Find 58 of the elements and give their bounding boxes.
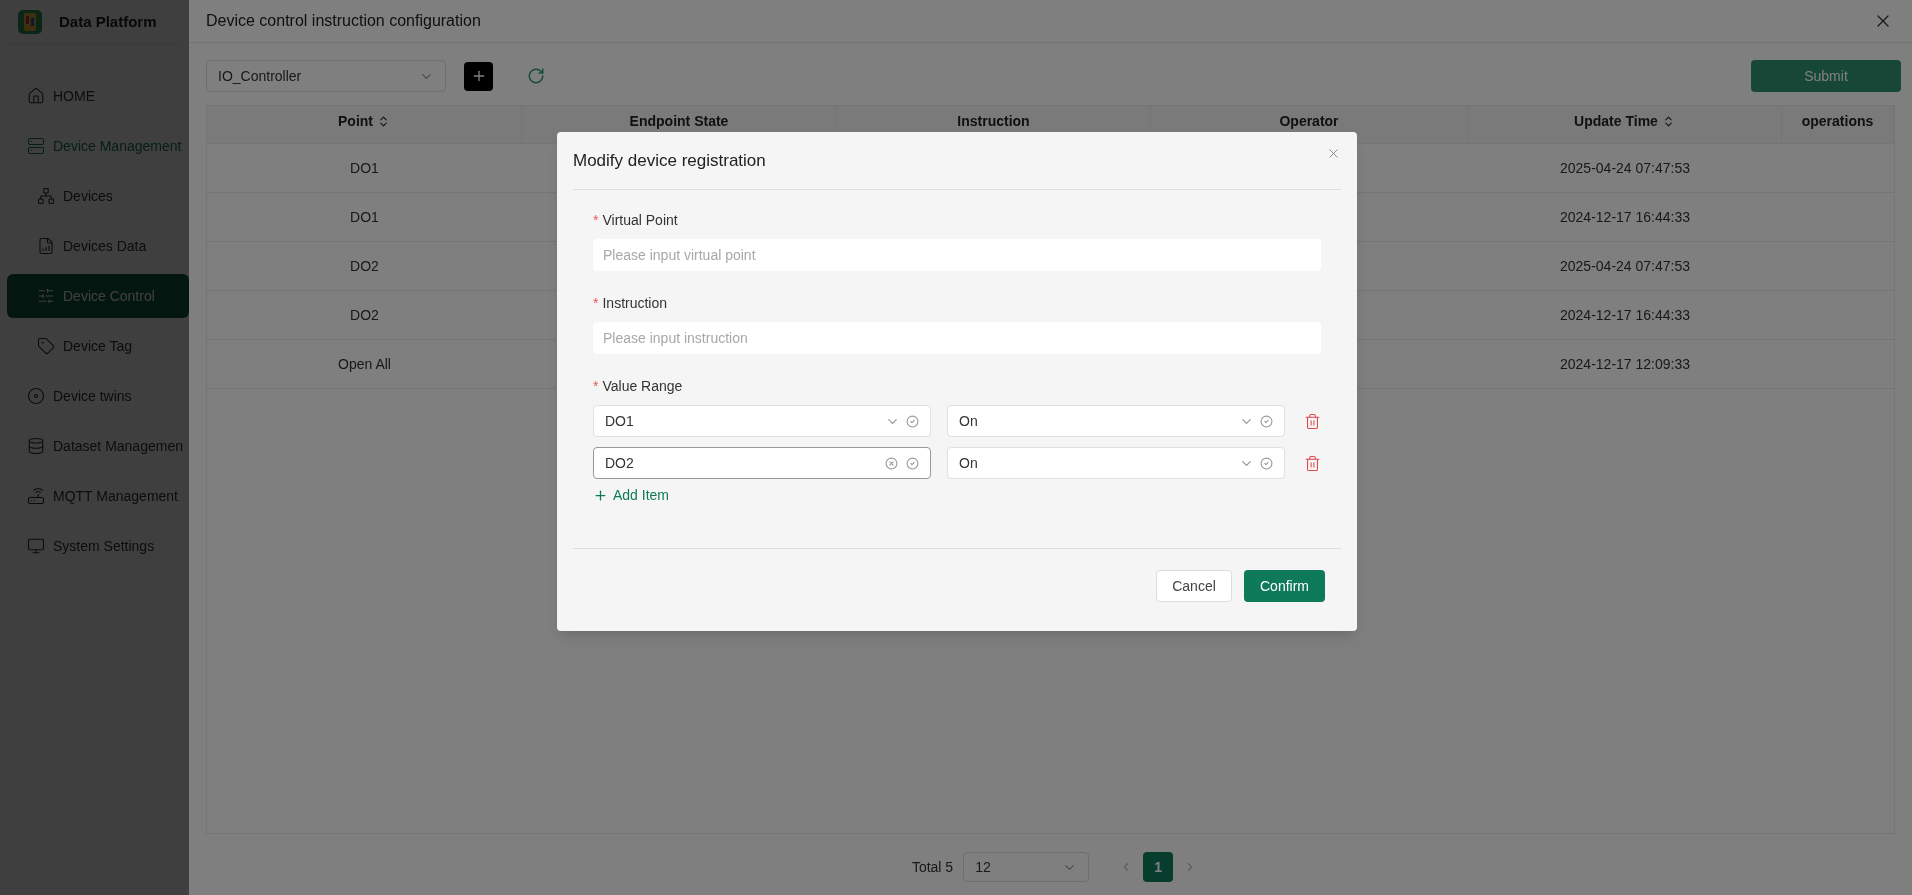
add-item-button[interactable]: Add Item xyxy=(593,485,670,506)
logo-icon xyxy=(17,9,43,35)
input-field[interactable]: Please input instruction xyxy=(593,322,1321,354)
network-icon xyxy=(37,187,55,205)
device-select[interactable]: IO_Controller xyxy=(206,60,446,92)
tag-icon xyxy=(37,337,55,355)
field-label: Instruction xyxy=(602,294,668,313)
drawer-title: Device control instruction configuration xyxy=(206,11,481,31)
dialog-title: Modify device registration xyxy=(573,149,766,172)
check-circle-icon xyxy=(1260,414,1273,428)
chart-file-icon xyxy=(37,237,55,255)
column-header[interactable]: Point xyxy=(207,106,522,143)
table-cell-text: DO2 xyxy=(349,305,380,325)
monitor-icon xyxy=(27,537,45,555)
point-select[interactable]: DO1 xyxy=(593,405,931,437)
cancel-button[interactable]: Cancel xyxy=(1156,570,1232,602)
delete-icon[interactable] xyxy=(1304,454,1321,472)
delete-icon[interactable] xyxy=(1304,412,1321,430)
server-icon xyxy=(27,137,45,155)
router-icon xyxy=(27,487,45,505)
table-cell-text: DO2 xyxy=(349,256,380,276)
field-label: Virtual Point xyxy=(602,211,678,230)
column-header[interactable]: Update Time xyxy=(1468,106,1782,143)
table-cell-text: 2025-04-24 07:47:53 xyxy=(1559,158,1691,178)
refresh-icon[interactable] xyxy=(527,67,545,85)
close-icon[interactable] xyxy=(1326,146,1341,161)
state-select[interactable]: On xyxy=(947,447,1285,479)
table-cell-text: DO1 xyxy=(349,158,380,178)
table-cell-text: 2025-04-24 07:47:53 xyxy=(1559,256,1691,276)
state-select[interactable]: On xyxy=(947,405,1285,437)
check-circle-icon xyxy=(1260,456,1273,470)
database-icon xyxy=(27,437,45,455)
required-mark: * xyxy=(593,294,599,313)
input-field[interactable]: Please input virtual point xyxy=(593,239,1321,271)
total-count: Total 5 xyxy=(911,857,954,877)
disc-icon xyxy=(27,387,45,405)
table-cell-text: 2024-12-17 12:09:33 xyxy=(1559,354,1691,374)
required-mark: * xyxy=(593,377,599,396)
page-button[interactable]: 1 xyxy=(1143,852,1174,882)
point-select[interactable]: DO2 xyxy=(593,447,931,479)
table-cell-text: 2024-12-17 16:44:33 xyxy=(1559,305,1691,325)
column-header[interactable]: operations xyxy=(1782,106,1894,143)
check-circle-icon xyxy=(906,414,919,428)
clear-icon[interactable] xyxy=(885,456,898,470)
confirm-button[interactable]: Confirm xyxy=(1244,570,1325,602)
add-button[interactable] xyxy=(464,61,493,91)
submit-button[interactable]: Submit xyxy=(1751,60,1901,92)
sliders-icon xyxy=(37,287,55,305)
field-label: Value Range xyxy=(602,377,683,396)
required-mark: * xyxy=(593,211,599,230)
plus-icon xyxy=(593,488,608,503)
table-cell-text: DO1 xyxy=(349,207,380,227)
sort-icon[interactable] xyxy=(377,115,390,128)
page-size-select[interactable]: 12 xyxy=(963,852,1090,882)
check-circle-icon xyxy=(906,456,919,470)
house-icon xyxy=(27,87,45,105)
table-cell-text: Open All xyxy=(337,354,392,374)
table-cell-text: 2024-12-17 16:44:33 xyxy=(1559,207,1691,227)
